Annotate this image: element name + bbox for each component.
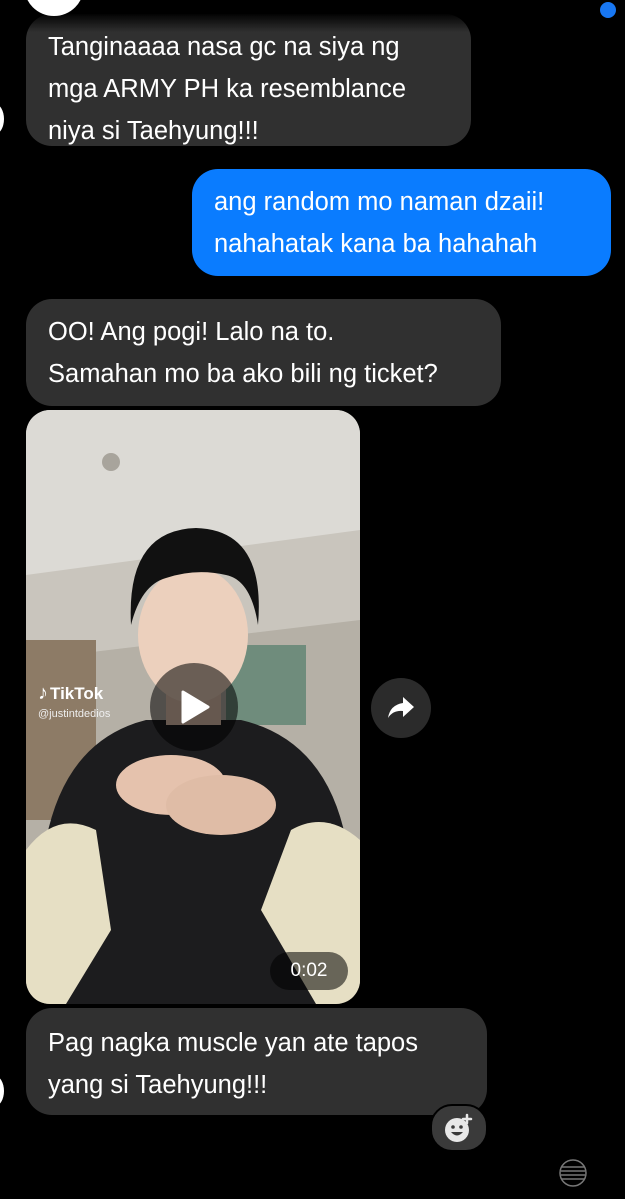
incoming-message-bubble[interactable]: Tanginaaaa nasa gc na siya ng mga ARMY P… [26,14,471,146]
outgoing-message-bubble[interactable]: ang random mo naman dzaii! nahahatak kan… [192,169,611,276]
share-button[interactable] [371,678,431,738]
add-reaction-icon [445,1113,473,1142]
add-reaction-button[interactable] [430,1104,488,1152]
message-line: yang si Taehyung!!! [48,1071,268,1099]
tiktok-handle: @justintdedios [38,708,111,720]
unread-indicator-dot [600,2,616,18]
sender-avatar[interactable] [0,1076,4,1106]
play-button[interactable] [150,663,238,751]
top-fade [0,0,625,32]
message-line: mga ARMY PH ka resemblance [48,75,407,103]
sender-avatar[interactable] [0,104,4,134]
message-line: ang random mo naman dzaii! [214,188,545,216]
message-line: Samahan mo ba ako bili ng ticket? [48,360,438,388]
message-line: Tanginaaaa nasa gc na siya ng [48,33,400,61]
play-icon [181,690,210,724]
incoming-message-bubble[interactable]: OO! Ang pogi! Lalo na to. Samahan mo ba … [26,299,501,406]
tiktok-watermark: ♪ TikTok [38,682,103,705]
tiktok-brand: TikTok [50,683,104,703]
share-arrow-icon [388,697,414,718]
message-line: niya si Taehyung!!! [48,117,259,145]
message-line: Pag nagka muscle yan ate tapos [48,1029,418,1057]
message-line: nahahatak kana ba hahahah [214,230,538,258]
incoming-message-bubble[interactable]: Pag nagka muscle yan ate tapos yang si T… [26,1008,487,1115]
tiktok-logo-icon: ♪ [38,682,48,704]
watermark-icon [558,1158,588,1188]
video-duration: 0:02 [270,952,348,990]
message-line: OO! Ang pogi! Lalo na to. [48,318,335,346]
video-attachment[interactable]: ♪ TikTok @justintdedios 0:02 [26,410,360,1004]
